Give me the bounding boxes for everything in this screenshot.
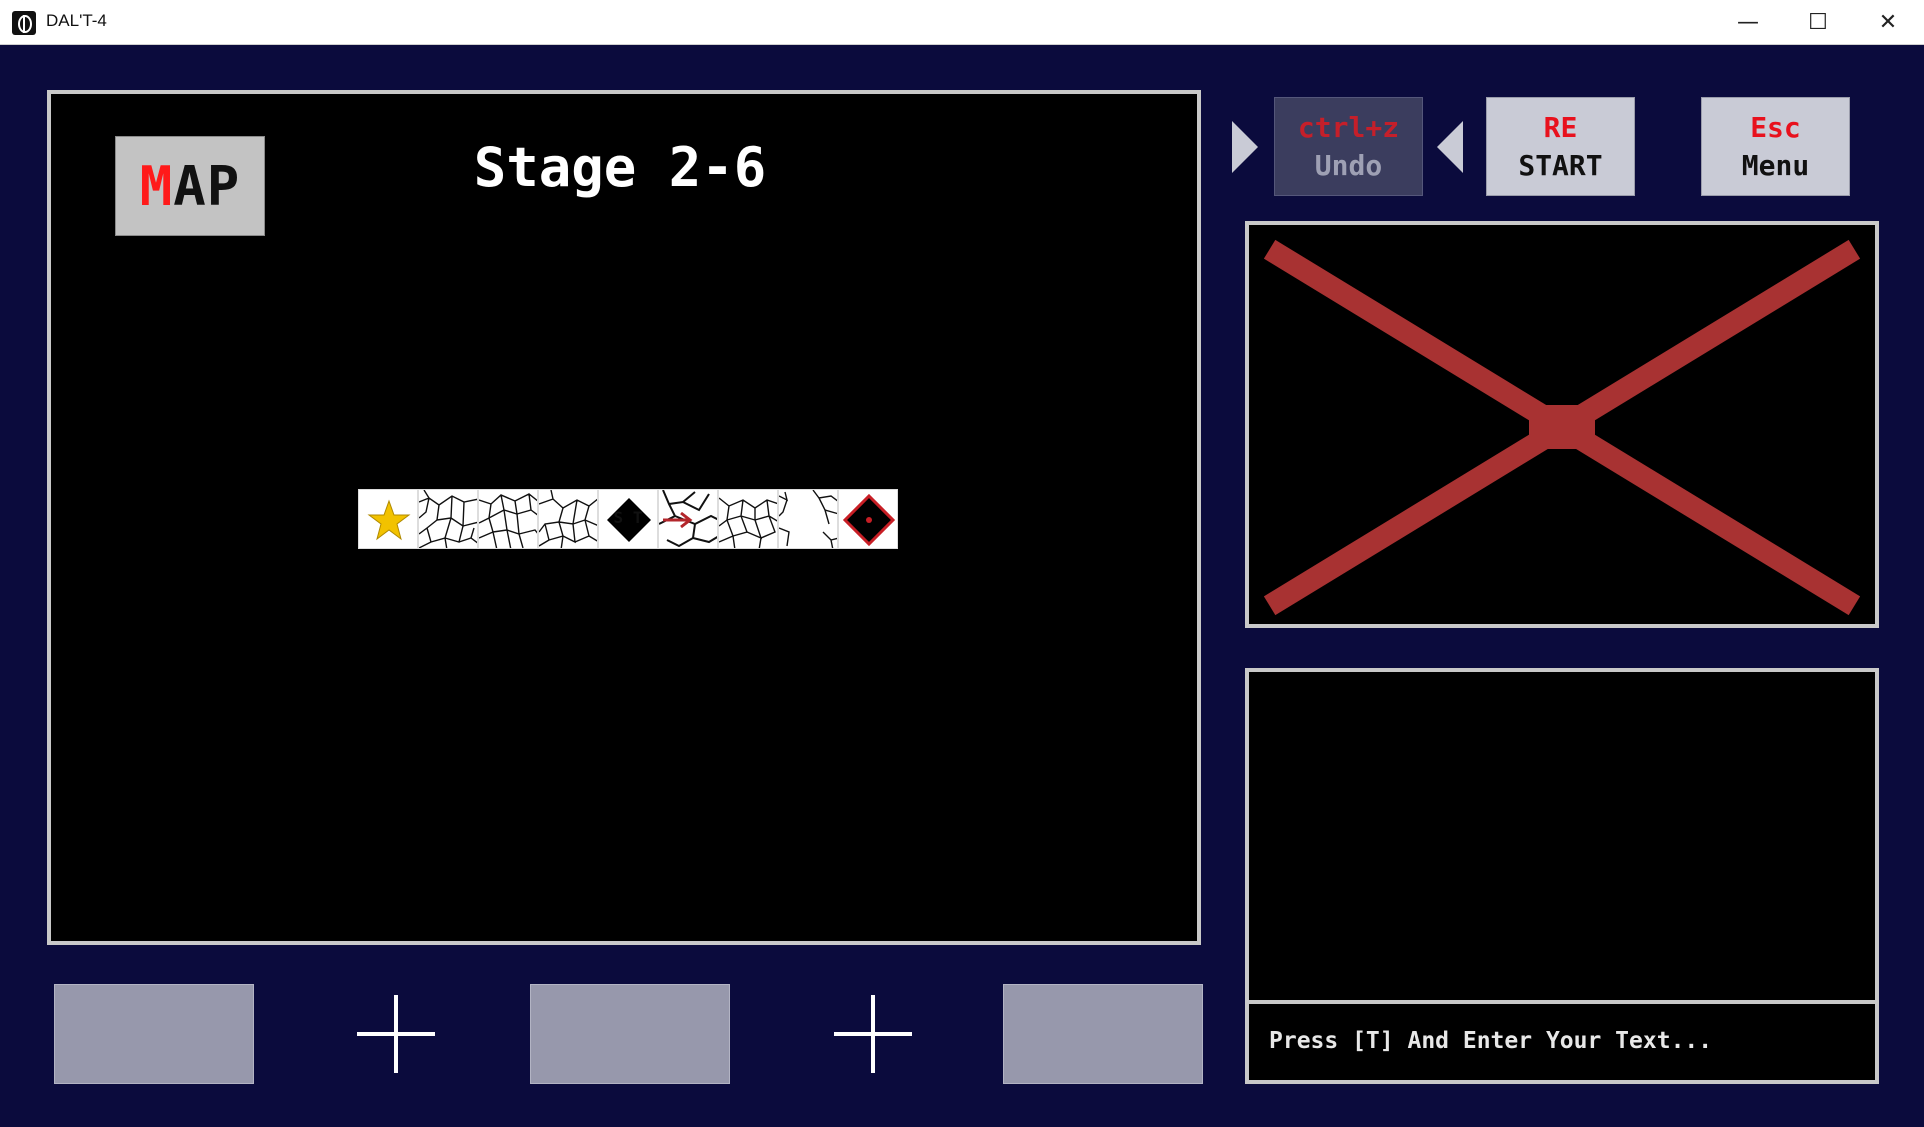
chat-input[interactable]: Press [T] And Enter Your Text... <box>1249 1000 1875 1078</box>
red-x-icon <box>1263 239 1861 616</box>
undo-indicator-right-arrow-icon <box>1232 121 1258 173</box>
stage-title: Stage 2-6 <box>473 136 767 199</box>
title-bar: DAL'T-4 — ☐ ✕ <box>0 0 1924 45</box>
plus-icon <box>357 995 435 1073</box>
inventory-slot-2[interactable] <box>530 984 730 1084</box>
undo-indicator-left-arrow-icon <box>1437 121 1463 173</box>
restart-label: START <box>1518 148 1603 182</box>
map-label-rest: AP <box>173 154 241 218</box>
menu-label: Menu <box>1741 148 1810 182</box>
close-button[interactable]: ✕ <box>1853 0 1923 44</box>
inventory-slot-3[interactable] <box>1003 984 1203 1084</box>
crack-pattern-icon <box>539 490 597 548</box>
red-diamond-icon <box>842 493 896 547</box>
crack-pattern-icon <box>779 490 837 548</box>
crack-pattern-icon <box>419 490 477 548</box>
cracked-tile-with-arrow[interactable] <box>658 489 718 549</box>
menu-hotkey: Esc <box>1750 110 1801 144</box>
start-tile[interactable]: S T <box>598 489 658 549</box>
window-title: DAL'T-4 <box>46 11 107 30</box>
crack-pattern-icon <box>479 493 537 548</box>
arrow-right-icon <box>659 490 717 548</box>
star-icon <box>367 499 411 541</box>
undo-label: Undo <box>1314 148 1383 182</box>
menu-button[interactable]: Esc Menu <box>1701 97 1850 196</box>
goal-tile[interactable] <box>838 489 898 549</box>
plus-icon <box>834 995 912 1073</box>
start-tile-label: S T <box>613 508 643 527</box>
cracked-tile[interactable] <box>538 489 598 549</box>
restart-hotkey: RE <box>1543 110 1578 144</box>
map-hotkey-letter: M <box>139 154 174 218</box>
map-button[interactable]: M AP <box>115 136 265 236</box>
maximize-button[interactable]: ☐ <box>1783 0 1853 44</box>
undo-button[interactable]: ctrl+z Undo <box>1274 97 1423 196</box>
cracked-tile-light[interactable] <box>778 489 838 549</box>
status-panel <box>1245 221 1879 628</box>
cracked-tile[interactable] <box>478 489 538 549</box>
tile-row: S T <box>358 489 898 551</box>
undo-hotkey: ctrl+z <box>1297 110 1400 144</box>
app-logo-icon <box>12 11 36 35</box>
cracked-tile[interactable] <box>718 489 778 549</box>
crack-pattern-icon <box>719 497 777 548</box>
restart-button[interactable]: RE START <box>1486 97 1635 196</box>
minimize-button[interactable]: — <box>1713 0 1783 44</box>
star-tile[interactable] <box>358 489 418 549</box>
cracked-tile[interactable] <box>418 489 478 549</box>
inventory-slot-1[interactable] <box>54 984 254 1084</box>
